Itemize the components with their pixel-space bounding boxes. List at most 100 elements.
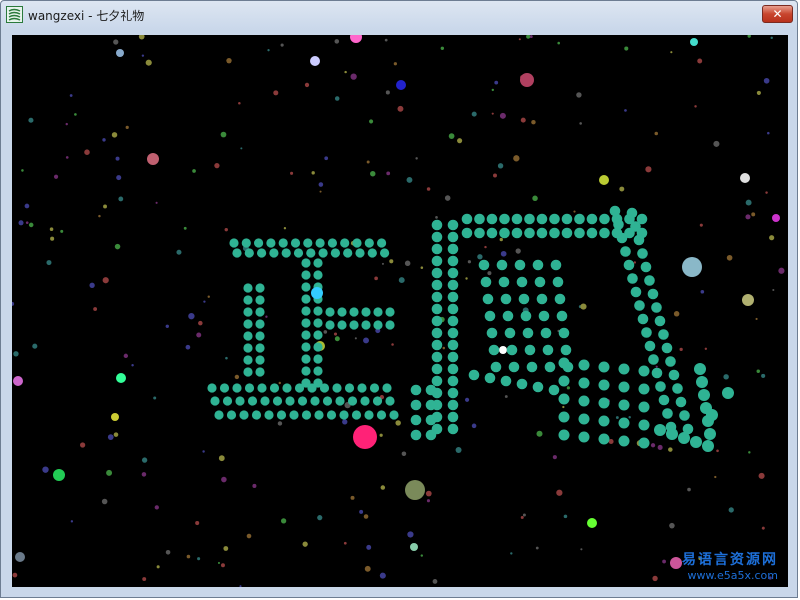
glyph-dot [461,213,473,225]
glyph-dot [431,363,443,375]
sparkle [102,138,106,142]
glyph-dot [372,396,383,406]
glyph-dot [706,409,718,421]
sparkle [726,254,733,261]
sparkle [350,495,355,500]
glyph-dot [520,310,532,322]
sparkle [420,266,424,269]
sparkle [323,330,328,334]
glyph-dot [339,410,349,420]
sparkle [354,337,357,340]
glyph-dot [544,361,556,373]
glyph-dot [654,315,666,327]
sparkle [318,182,324,187]
sparkle [515,248,521,254]
sparkle [125,125,129,130]
glyph-dot [276,410,287,420]
sparkle [223,546,229,551]
glyph-dot [556,310,568,322]
glyph-dot [431,339,443,351]
sparkle [113,432,119,437]
sparkle [395,420,401,426]
sparkle [379,572,386,579]
glyph-dot [662,408,673,419]
glyph-dot [425,399,437,411]
glyph-dot [658,394,670,406]
sparkle [580,303,587,310]
sparkle [645,166,652,173]
sparkle [319,190,322,193]
glyph-dot [380,248,390,258]
sparkle [531,119,536,125]
sparkle [220,131,227,138]
glyph-dot [447,267,459,279]
sparkle [573,210,576,213]
glyph-dot [313,330,323,340]
glyph-dot [410,414,422,426]
glyph-dot [313,342,323,352]
sparkle [381,262,384,265]
glyph-dot [226,410,237,420]
glyph-dot [532,381,544,393]
glyph-dot [382,383,392,393]
glyph-dot [586,227,598,239]
glyph-dot [431,315,443,327]
glyph-dot [599,213,610,225]
sparkle [12,572,18,578]
glyph-dot [578,377,590,389]
sparkle [153,396,157,400]
glyph-dot [638,365,650,377]
sparkle [455,447,462,453]
glyph-dot [385,396,395,406]
sparkle [535,546,539,550]
glyph-dot [410,384,422,396]
sparkle [477,254,483,260]
sparkle [670,557,682,569]
sparkle [740,173,750,183]
title-bar[interactable]: wangzexi - 七夕礼物 ✕ [1,1,797,31]
sparkle [662,559,666,564]
sparkle [239,585,242,587]
glyph-dot [315,238,325,248]
sparkle [280,43,284,47]
glyph-dot [504,327,516,339]
glyph-dot [431,243,443,255]
close-button[interactable]: ✕ [762,5,793,23]
glyph-dot [297,396,308,406]
glyph-dot [598,361,610,373]
sparkle [28,222,34,228]
window-title: wangzexi - 七夕礼物 [28,9,145,23]
glyph-dot [640,261,652,273]
glyph-dot [351,410,362,420]
sparkle [364,565,371,572]
sparkle [21,169,24,172]
app-icon [6,6,23,23]
glyph-dot [598,397,610,409]
sparkle [196,332,202,338]
glyph-dot [514,259,526,271]
sparkle [116,373,126,383]
glyph-dot [255,367,265,377]
glyph-dot [269,248,279,258]
sparkle [154,505,159,510]
glyph-dot [260,396,270,406]
glyph-dot [561,213,573,225]
glyph-dot [554,293,566,305]
glyph-dot [609,205,621,217]
glyph-dot [243,367,253,377]
sparkle [520,73,534,87]
glyph-dot [637,248,648,259]
glyph-dot [447,255,459,267]
sparkle [407,531,414,538]
sparkle [311,171,315,175]
glyph-dot [254,238,264,248]
glyph-dot [558,411,570,423]
glyph-dot [301,258,311,268]
glyph-dot [376,410,387,420]
sparkle [221,563,225,568]
glyph-dot [301,410,312,420]
sparkle [116,49,124,57]
glyph-dot [244,383,255,393]
sparkle [13,376,23,386]
sparkle [587,518,597,528]
